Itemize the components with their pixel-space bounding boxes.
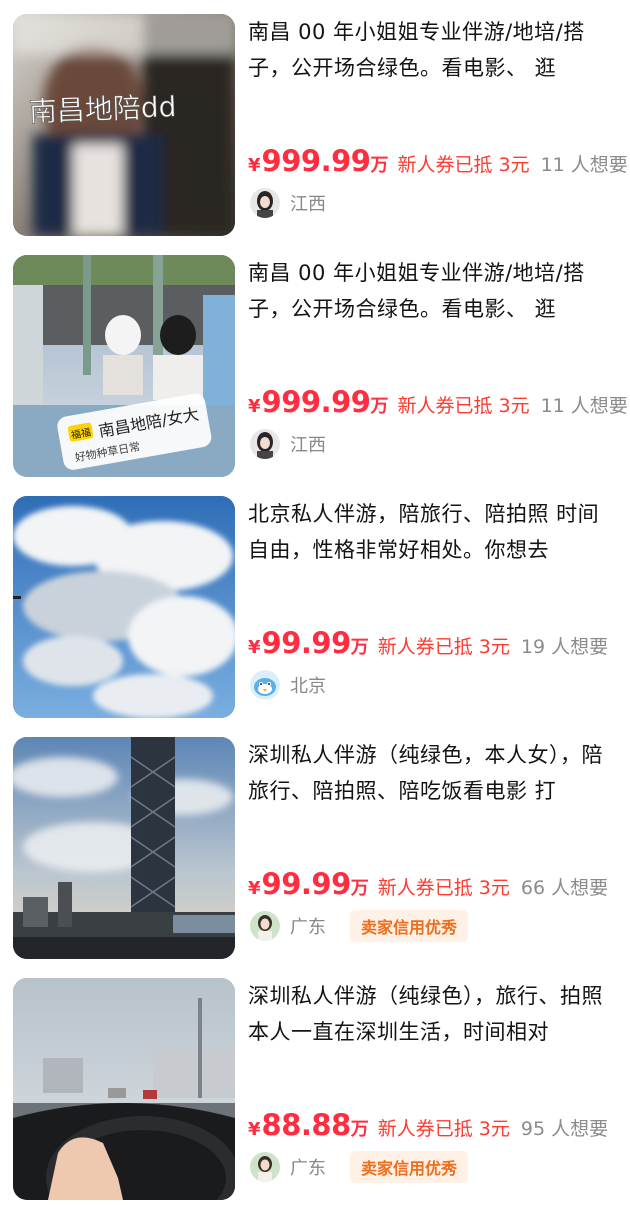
listing-thumbnail[interactable] xyxy=(13,496,235,718)
listing-thumbnail[interactable]: 南昌地陪dd xyxy=(13,14,235,236)
listing-card[interactable]: 深圳私人伴游（纯绿色），旅行、拍照 本人一直在深圳生活，时间相对 ¥ 88.88… xyxy=(0,964,630,1205)
listing-thumbnail[interactable] xyxy=(13,737,235,959)
price-unit: 万 xyxy=(350,1119,369,1140)
seller-region: 江西 xyxy=(290,435,326,456)
want-count: 66 人想要 xyxy=(520,877,609,899)
price-amount: 88.88 xyxy=(261,1108,352,1142)
coupon-text: 新人券已抵 3元 xyxy=(377,1118,510,1140)
seller-credit-badge: 卖家信用优秀 xyxy=(350,910,469,942)
currency-symbol: ¥ xyxy=(248,637,261,658)
price-amount: 999.99 xyxy=(261,385,371,419)
listing-thumbnail[interactable]: 福福 南昌地陪/女大 好物种草日常 xyxy=(13,255,235,477)
seller-row[interactable]: 广东 卖家信用优秀 xyxy=(250,910,469,942)
currency-symbol: ¥ xyxy=(248,396,261,417)
seller-region: 广东 xyxy=(290,917,326,938)
seller-region: 江西 xyxy=(290,194,326,215)
seller-region: 北京 xyxy=(290,676,326,697)
thumbnail-image xyxy=(13,737,235,959)
seller-row[interactable]: 江西 xyxy=(250,428,350,460)
listing-title[interactable]: 南昌 00 年小姐姐专业伴游/地培/搭子，公开场合绿色。看电影、 逛 xyxy=(248,255,620,327)
listing-title[interactable]: 深圳私人伴游（纯绿色，本人女），陪旅行、陪拍照、陪吃饭看电影 打 xyxy=(248,737,620,809)
thumbnail-image xyxy=(13,978,235,1200)
listing-card[interactable]: 福福 南昌地陪/女大 好物种草日常 南昌 00 年小姐姐专业伴游/地培/搭子，公… xyxy=(0,241,630,482)
coupon-text: 新人券已抵 3元 xyxy=(397,395,530,417)
listing-thumbnail[interactable] xyxy=(13,978,235,1200)
coupon-text: 新人券已抵 3元 xyxy=(397,154,530,176)
price-unit: 万 xyxy=(370,155,389,176)
price-unit: 万 xyxy=(350,878,369,899)
listing-title[interactable]: 深圳私人伴游（纯绿色），旅行、拍照 本人一直在深圳生活，时间相对 xyxy=(248,978,620,1050)
price-amount: 99.99 xyxy=(261,867,352,901)
seller-avatar[interactable] xyxy=(250,670,280,700)
price-row: ¥ 999.99 万 新人券已抵 3元 11 人想要 xyxy=(248,144,628,184)
want-count: 11 人想要 xyxy=(540,395,628,417)
seller-avatar[interactable] xyxy=(250,1152,280,1182)
price-row: ¥ 999.99 万 新人券已抵 3元 11 人想要 xyxy=(248,385,628,425)
price-amount: 99.99 xyxy=(261,626,352,660)
thumbnail-overlay-text: 南昌地陪dd xyxy=(28,90,177,128)
price-row: ¥ 99.99 万 新人券已抵 3元 19 人想要 xyxy=(248,626,628,666)
seller-row[interactable]: 广东 卖家信用优秀 xyxy=(250,1151,469,1183)
coupon-text: 新人券已抵 3元 xyxy=(377,877,510,899)
listing-title[interactable]: 南昌 00 年小姐姐专业伴游/地培/搭子，公开场合绿色。看电影、 逛 xyxy=(248,14,620,86)
thumbnail-image xyxy=(13,496,235,718)
seller-row[interactable]: 江西 xyxy=(250,187,350,219)
thumbnail-image: 福福 南昌地陪/女大 好物种草日常 xyxy=(13,255,235,477)
seller-avatar[interactable] xyxy=(250,188,280,218)
listing-title[interactable]: 北京私人伴游，陪旅行、陪拍照 时间自由，性格非常好相处。你想去 xyxy=(248,496,620,568)
seller-row[interactable]: 北京 xyxy=(250,669,350,701)
price-amount: 999.99 xyxy=(261,144,371,178)
listing-card[interactable]: 深圳私人伴游（纯绿色，本人女），陪旅行、陪拍照、陪吃饭看电影 打 ¥ 99.99… xyxy=(0,723,630,964)
price-row: ¥ 99.99 万 新人券已抵 3元 66 人想要 xyxy=(248,867,628,907)
want-count: 11 人想要 xyxy=(540,154,628,176)
want-count: 95 人想要 xyxy=(520,1118,609,1140)
listing-card[interactable]: 北京私人伴游，陪旅行、陪拍照 时间自由，性格非常好相处。你想去 ¥ 99.99 … xyxy=(0,482,630,723)
currency-symbol: ¥ xyxy=(248,878,261,899)
thumbnail-image: 南昌地陪dd xyxy=(13,14,235,236)
currency-symbol: ¥ xyxy=(248,1119,261,1140)
listing-card[interactable]: 南昌地陪dd 南昌 00 年小姐姐专业伴游/地培/搭子，公开场合绿色。看电影、 … xyxy=(0,0,630,241)
seller-avatar[interactable] xyxy=(250,911,280,941)
listing-feed: 南昌地陪dd 南昌 00 年小姐姐专业伴游/地培/搭子，公开场合绿色。看电影、 … xyxy=(0,0,630,1200)
price-row: ¥ 88.88 万 新人券已抵 3元 95 人想要 xyxy=(248,1108,628,1148)
seller-region: 广东 xyxy=(290,1158,326,1179)
price-unit: 万 xyxy=(370,396,389,417)
want-count: 19 人想要 xyxy=(520,636,609,658)
price-unit: 万 xyxy=(350,637,369,658)
seller-credit-badge: 卖家信用优秀 xyxy=(350,1151,469,1183)
coupon-text: 新人券已抵 3元 xyxy=(377,636,510,658)
currency-symbol: ¥ xyxy=(248,155,261,176)
seller-avatar[interactable] xyxy=(250,429,280,459)
